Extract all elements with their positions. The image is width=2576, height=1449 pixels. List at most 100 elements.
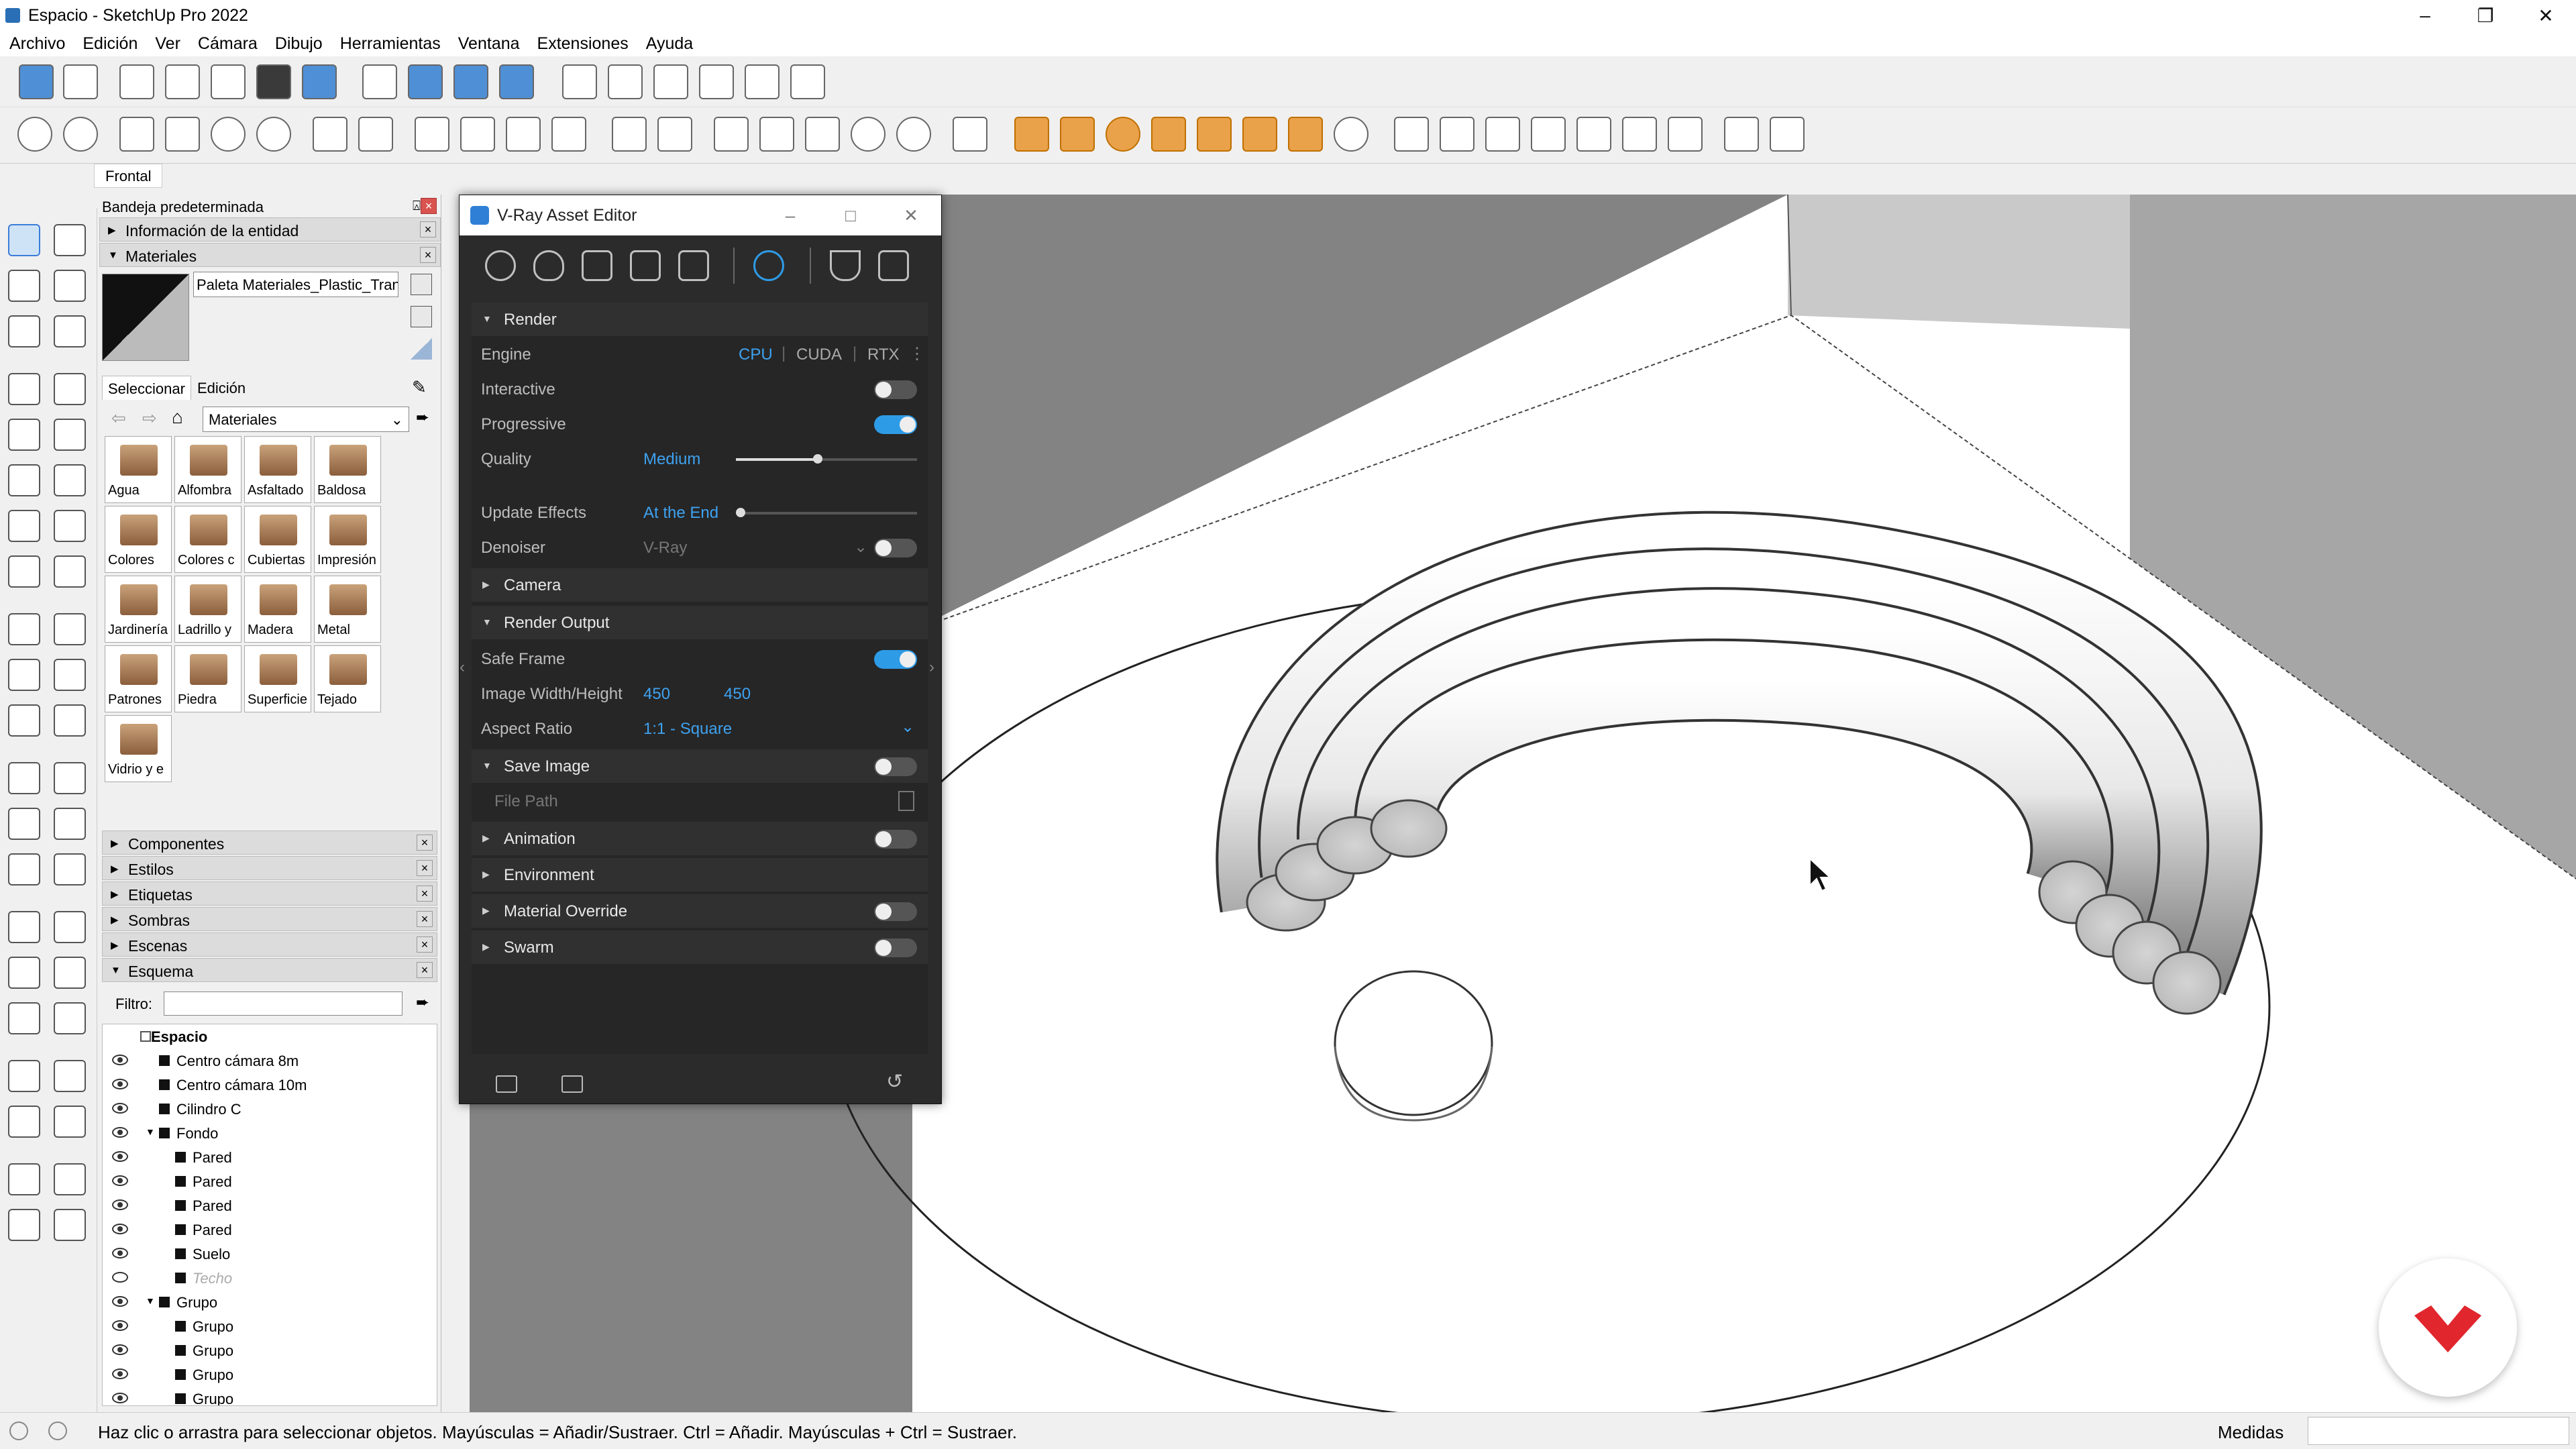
tray-close-button[interactable]: ×: [421, 198, 437, 214]
vray-infinite-plane-icon[interactable]: [714, 117, 749, 152]
section-environment[interactable]: Environment: [472, 858, 928, 892]
front-view-icon[interactable]: [453, 64, 488, 99]
outliner-row[interactable]: Cilindro C: [103, 1097, 437, 1121]
eye-icon[interactable]: [112, 1079, 128, 1089]
swatch-superficie[interactable]: Superficie: [244, 645, 311, 712]
menu-camara[interactable]: Cámara: [198, 34, 258, 54]
push-pull-icon[interactable]: [54, 613, 86, 645]
extension-warehouse-icon[interactable]: [790, 64, 825, 99]
panel-etiquetas[interactable]: Etiquetas ×: [102, 881, 437, 906]
section-plane-tool-icon[interactable]: [54, 1106, 86, 1138]
line-tool-icon[interactable]: [8, 373, 40, 405]
progressive-toggle[interactable]: [874, 415, 917, 434]
vray-frame-buffer-tab-icon[interactable]: [878, 250, 909, 281]
eye-icon[interactable]: [112, 1175, 128, 1186]
outliner-row[interactable]: Grupo: [103, 1362, 437, 1387]
menu-dibujo[interactable]: Dibujo: [275, 34, 323, 54]
omni-light-icon[interactable]: [1197, 117, 1232, 152]
panel-close-icon[interactable]: ×: [417, 835, 433, 851]
outliner-row[interactable]: Grupo: [103, 1314, 437, 1338]
shaded-style-icon[interactable]: [211, 64, 246, 99]
reset-icon[interactable]: ↺: [886, 1070, 903, 1093]
info-icon[interactable]: [48, 1421, 67, 1440]
vray-viewport-render-icon[interactable]: [415, 117, 449, 152]
monochrome-style-icon[interactable]: [302, 64, 337, 99]
right-view-icon[interactable]: [499, 64, 534, 99]
tag-tool-icon[interactable]: [54, 315, 86, 347]
update-effects-slider[interactable]: [736, 508, 917, 517]
dimension-tool-icon[interactable]: [54, 762, 86, 794]
swatch-agua[interactable]: Agua: [105, 436, 172, 503]
vray-refresh-icon[interactable]: [256, 117, 291, 152]
sandbox-tool-icon[interactable]: [8, 1163, 40, 1195]
swatch-asfaltado[interactable]: Asfaltado: [244, 436, 311, 503]
panel-close-icon[interactable]: ×: [417, 911, 433, 927]
two-point-arc-icon[interactable]: [54, 510, 86, 542]
eye-icon[interactable]: [112, 1055, 128, 1065]
vray-export-scene-icon[interactable]: [953, 117, 987, 152]
text-tool-icon[interactable]: [54, 808, 86, 840]
dome-light-icon[interactable]: [1288, 117, 1323, 152]
rectangle-light-icon[interactable]: [1014, 117, 1049, 152]
outliner-row[interactable]: Grupo: [103, 1387, 437, 1405]
vray-scatter-icon[interactable]: [851, 117, 885, 152]
denoiser-value[interactable]: V-Ray: [643, 539, 687, 557]
expand-triangle-icon[interactable]: ▼: [146, 1295, 155, 1306]
menu-archivo[interactable]: Archivo: [9, 34, 65, 54]
library-select[interactable]: Materiales ⌄: [203, 407, 409, 432]
vray-render-icon[interactable]: [17, 117, 52, 152]
section-swarm[interactable]: Swarm: [472, 930, 928, 964]
vray-mesh-light-icon[interactable]: [896, 117, 931, 152]
tape-measure-icon[interactable]: [8, 762, 40, 794]
denoiser-toggle[interactable]: [874, 539, 917, 557]
smoove-tool-icon[interactable]: [54, 1163, 86, 1195]
rectangle-tool-icon[interactable]: [8, 419, 40, 451]
section-animation[interactable]: Animation: [472, 822, 928, 855]
section-plane-icon[interactable]: [1394, 117, 1429, 152]
panel-close-icon[interactable]: ×: [420, 247, 436, 263]
measurements-box[interactable]: [2308, 1417, 2569, 1445]
back-view-icon[interactable]: [562, 64, 597, 99]
pin-icon[interactable]: ⍓: [413, 199, 421, 214]
eye-icon[interactable]: [112, 1224, 128, 1234]
scene-tab-frontal[interactable]: Frontal: [94, 164, 163, 188]
panel-estilos[interactable]: Estilos ×: [102, 856, 437, 880]
solid-union-icon[interactable]: [1724, 117, 1759, 152]
section-material-override[interactable]: Material Override: [472, 894, 928, 928]
spot-light-icon[interactable]: [1060, 117, 1095, 152]
vray-textures-tab-icon[interactable]: [630, 250, 661, 281]
move-tool-icon[interactable]: [8, 613, 40, 645]
vray-maximize-button[interactable]: □: [820, 195, 881, 235]
offset-tool-icon[interactable]: [54, 704, 86, 737]
vray-materials-icon[interactable]: [165, 117, 200, 152]
display-secondary-icon[interactable]: [411, 274, 432, 295]
orbit-view-icon[interactable]: [8, 911, 40, 943]
solid-outer-shell-icon[interactable]: [1770, 117, 1805, 152]
back-edges-style-icon[interactable]: [63, 64, 98, 99]
outliner-row[interactable]: ▼ Fondo: [103, 1121, 437, 1145]
polygon-tool-icon[interactable]: [54, 464, 86, 496]
engine-cpu-button[interactable]: CPU: [739, 345, 773, 364]
vray-lock-camera-icon[interactable]: [551, 117, 586, 152]
swatch-metal[interactable]: Metal: [314, 576, 381, 643]
three-point-arc-icon[interactable]: [8, 555, 40, 588]
eye-icon[interactable]: [112, 1127, 128, 1138]
outliner-row[interactable]: Pared: [103, 1218, 437, 1242]
menu-herramientas[interactable]: Herramientas: [340, 34, 441, 54]
drape-tool-icon[interactable]: [54, 1209, 86, 1241]
swatch-tejado[interactable]: Tejado: [314, 645, 381, 712]
vray-close-button[interactable]: ✕: [881, 195, 941, 235]
vray-frame-buffer-icon[interactable]: [313, 117, 347, 152]
interactive-toggle[interactable]: [874, 380, 917, 399]
sandbox-from-scratch-icon[interactable]: [1485, 117, 1520, 152]
sphere-light-icon[interactable]: [1106, 117, 1140, 152]
stamp-icon[interactable]: [1576, 117, 1611, 152]
menu-extensiones[interactable]: Extensiones: [537, 34, 629, 54]
walk-tool-icon[interactable]: [8, 1106, 40, 1138]
aspect-ratio-select[interactable]: 1:1 - Square: [643, 720, 732, 739]
axes-tool-icon[interactable]: [8, 853, 40, 885]
panel-componentes[interactable]: Componentes ×: [102, 830, 437, 855]
panel-close-icon[interactable]: ×: [417, 936, 433, 953]
material-name-field[interactable]: Paleta Materiales_Plastic_Trans: [193, 272, 398, 297]
tab-edit[interactable]: Edición: [192, 376, 251, 400]
